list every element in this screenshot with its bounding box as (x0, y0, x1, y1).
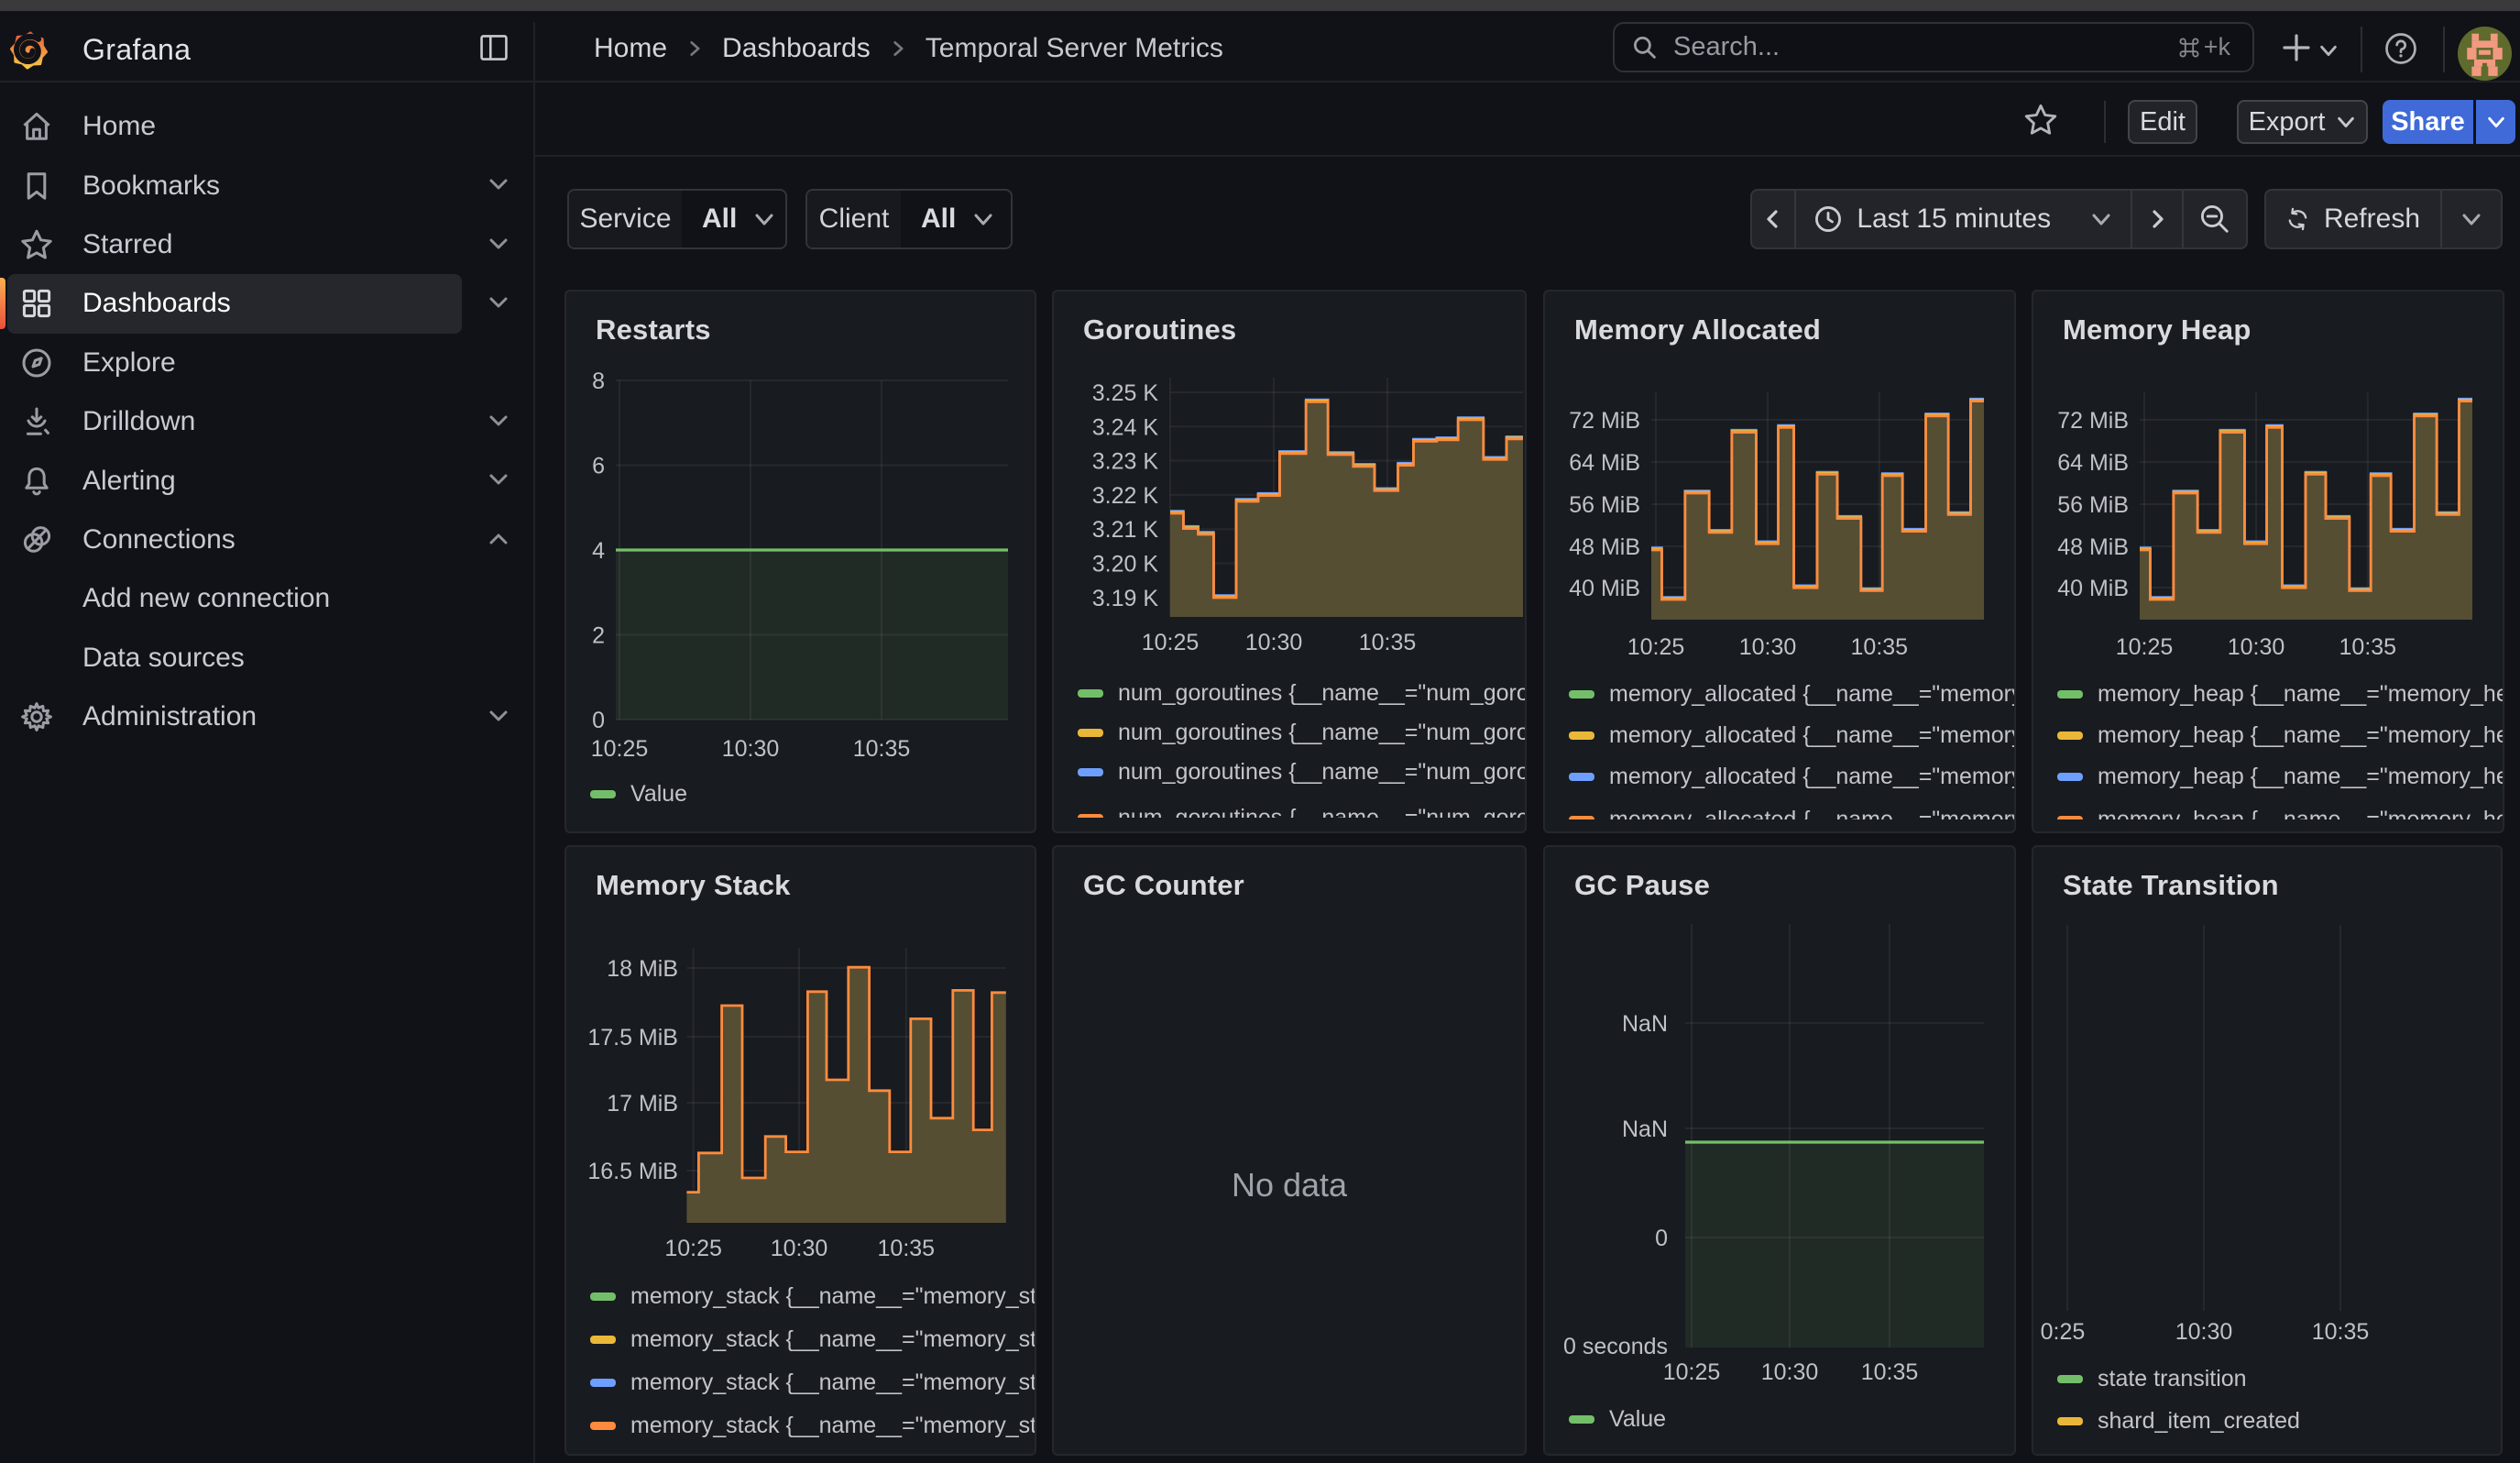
svg-text:0: 0 (592, 708, 605, 733)
svg-text:10:35: 10:35 (2312, 1319, 2370, 1345)
svg-text:6: 6 (592, 454, 605, 479)
svg-text:NaN: NaN (1622, 1116, 1668, 1142)
svg-text:0: 0 (1655, 1226, 1668, 1251)
svg-text:10:30: 10:30 (2175, 1319, 2233, 1345)
svg-text:10:30: 10:30 (722, 736, 780, 762)
svg-text:10:25: 10:25 (591, 736, 649, 762)
svg-text:2: 2 (592, 623, 605, 649)
svg-text:10:25: 10:25 (1663, 1359, 1721, 1385)
svg-text:8: 8 (592, 368, 605, 394)
svg-text:NaN: NaN (1622, 1011, 1668, 1037)
svg-text:10:30: 10:30 (1761, 1359, 1819, 1385)
svg-text:10:35: 10:35 (853, 736, 911, 762)
svg-text:10:35: 10:35 (1861, 1359, 1919, 1385)
svg-text:0 seconds: 0 seconds (1563, 1334, 1668, 1359)
svg-text:0:25: 0:25 (2041, 1319, 2086, 1345)
svg-text:4: 4 (592, 538, 605, 564)
